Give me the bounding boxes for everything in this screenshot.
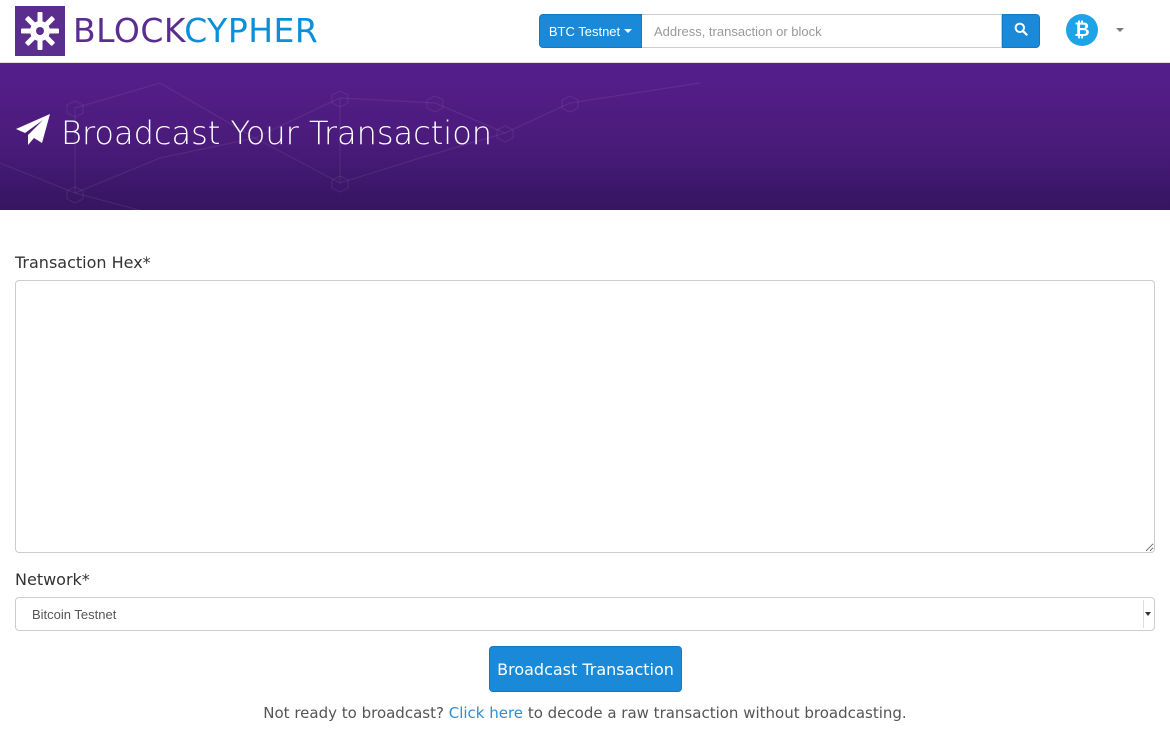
- network-dropdown-button[interactable]: BTC Testnet: [539, 14, 642, 48]
- brand-logo[interactable]: BLOCKCYPHER: [15, 6, 318, 56]
- decode-hint-prefix: Not ready to broadcast?: [263, 704, 444, 722]
- top-navbar: BLOCKCYPHER BTC Testnet ₿: [0, 0, 1170, 63]
- brand-name-cypher: CYPHER: [184, 11, 319, 50]
- decode-hint-suffix: to decode a raw transaction without broa…: [527, 704, 907, 722]
- page-title-text: Broadcast Your Transaction: [61, 113, 493, 152]
- transaction-hex-input[interactable]: [15, 280, 1155, 553]
- network-select[interactable]: Bitcoin Testnet: [15, 597, 1155, 631]
- network-dropdown-label: BTC Testnet: [548, 23, 621, 39]
- blockcypher-gear-icon: [15, 6, 65, 56]
- chevron-down-icon: [1116, 28, 1124, 32]
- coin-selector-menu[interactable]: ₿: [1066, 12, 1124, 48]
- decode-hint: Not ready to broadcast? Click here to de…: [0, 704, 1170, 722]
- chevron-down-icon: [624, 29, 633, 33]
- decode-transaction-link[interactable]: Click here: [449, 704, 523, 722]
- broadcast-button-label: Broadcast Transaction: [497, 659, 674, 679]
- search-icon: [1014, 22, 1028, 41]
- search-group: BTC Testnet: [539, 14, 1040, 48]
- bitcoin-icon: ₿: [1066, 14, 1098, 46]
- transaction-hex-label: Transaction Hex*: [15, 253, 151, 272]
- paper-plane-icon: [15, 113, 51, 152]
- brand-wordmark: BLOCKCYPHER: [73, 6, 318, 56]
- select-arrow-icon: [1143, 600, 1152, 628]
- broadcast-transaction-button[interactable]: Broadcast Transaction: [489, 646, 682, 692]
- network-label: Network*: [15, 570, 90, 589]
- brand-name-block: BLOCK: [73, 11, 185, 50]
- network-select-value: Bitcoin Testnet: [32, 606, 117, 622]
- page-hero-banner: Broadcast Your Transaction: [0, 63, 1170, 210]
- search-input[interactable]: [642, 14, 1002, 48]
- search-button[interactable]: [1002, 14, 1040, 48]
- page-title: Broadcast Your Transaction: [15, 113, 492, 152]
